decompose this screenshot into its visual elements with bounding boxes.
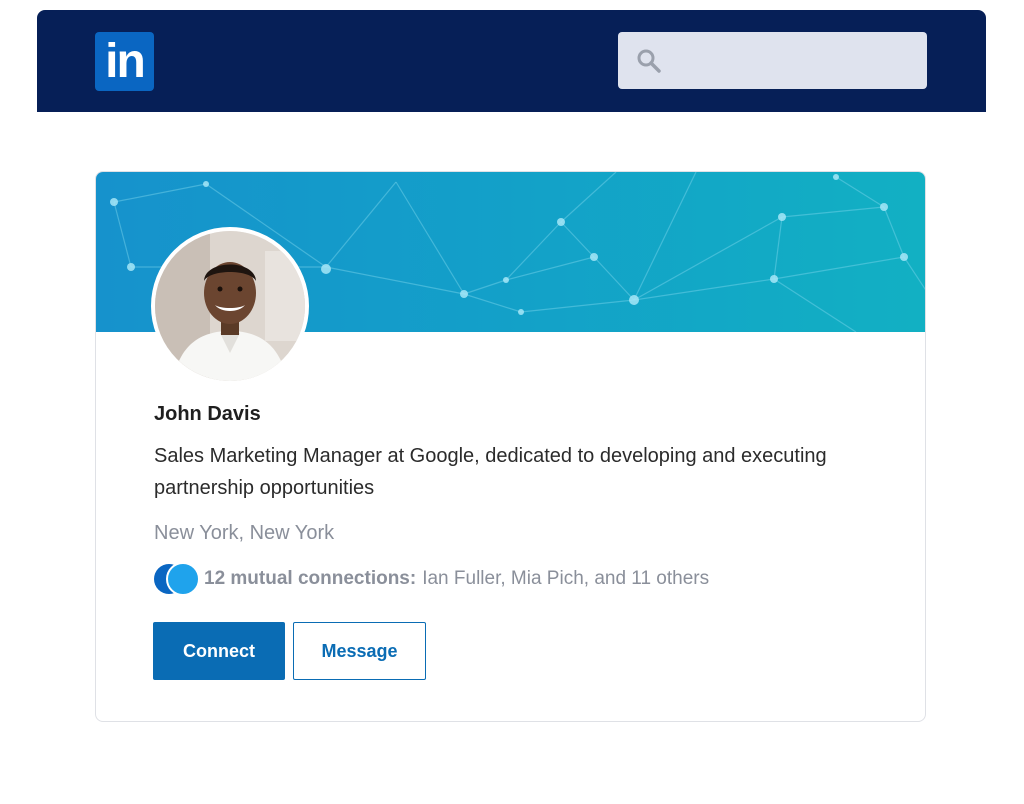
connect-button[interactable]: Connect <box>153 622 285 680</box>
search-box[interactable] <box>618 32 927 91</box>
linkedin-logo[interactable]: in <box>95 32 154 91</box>
mutual-connections[interactable]: 12 mutual connections: Ian Fuller, Mia P… <box>154 562 709 596</box>
profile-location: New York, New York <box>154 522 335 544</box>
top-navigation-bar: in <box>37 10 986 112</box>
mutual-connections-avatars <box>154 562 200 596</box>
search-icon <box>637 49 661 73</box>
mutual-avatar <box>166 562 200 596</box>
avatar[interactable] <box>151 227 309 385</box>
mutual-connections-names: Ian Fuller, Mia Pich, and 11 others <box>422 568 710 589</box>
mutual-connections-count: 12 mutual connections: <box>204 568 417 589</box>
profile-headline: Sales Marketing Manager at Google, dedic… <box>154 445 827 499</box>
search-input[interactable] <box>676 32 920 91</box>
profile-card: John Davis Sales Marketing Manager at Go… <box>95 171 926 722</box>
profile-photo <box>155 231 305 381</box>
profile-name[interactable]: John Davis <box>154 403 261 426</box>
message-button[interactable]: Message <box>293 622 426 680</box>
